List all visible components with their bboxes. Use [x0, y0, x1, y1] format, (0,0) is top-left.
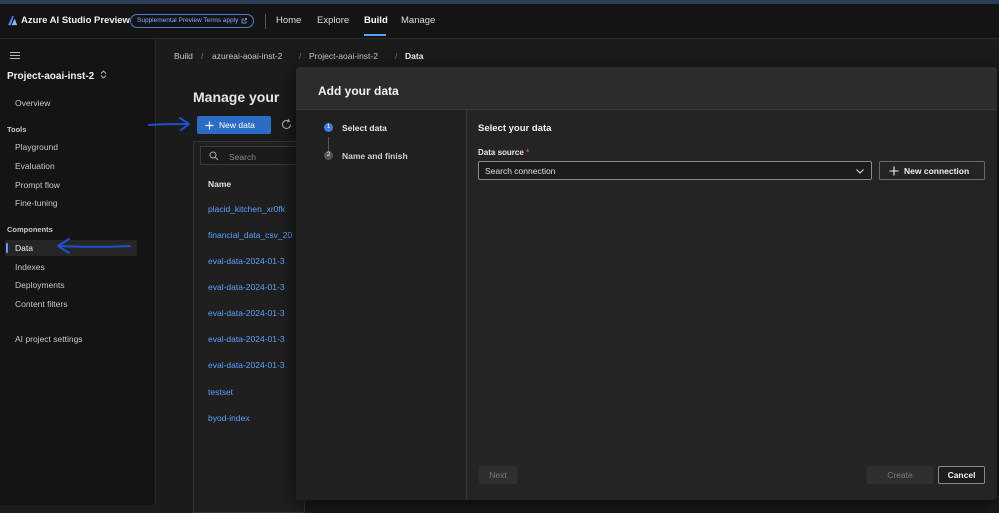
wizard-steps-pane	[296, 110, 467, 500]
breadcrumb-current: Data	[405, 51, 424, 61]
new-data-button[interactable]: New data	[197, 116, 271, 134]
data-row-link[interactable]: testset	[208, 387, 233, 397]
plus-icon	[889, 166, 899, 175]
sidebar-item-evaluation[interactable]: Evaluation	[15, 161, 55, 171]
terms-badge-label: Supplemental Preview Terms apply	[137, 17, 239, 24]
column-header-name[interactable]: Name	[208, 179, 231, 189]
data-source-label-text: Data source	[478, 148, 524, 157]
updown-chevron-icon	[100, 70, 107, 79]
search-placeholder: Search	[229, 152, 256, 162]
sidebar-item-prompt-flow[interactable]: Prompt flow	[15, 180, 60, 190]
sidebar-item-ai-project-settings[interactable]: AI project settings	[15, 334, 83, 344]
sidebar-item-indexes[interactable]: Indexes	[15, 262, 45, 272]
project-name: Project-aoai-inst-2	[7, 71, 95, 82]
nav-home[interactable]: Home	[276, 15, 301, 26]
data-source-value: Search connection	[485, 166, 556, 176]
nav-active-indicator	[364, 34, 386, 36]
create-button[interactable]: Create	[867, 466, 933, 484]
sidebar-active-indicator	[6, 243, 8, 253]
nav-build[interactable]: Build	[364, 15, 388, 26]
breadcrumb-separator: /	[395, 51, 398, 61]
step-select-data[interactable]: Select data	[342, 123, 387, 133]
sidebar-item-data[interactable]: Data	[15, 243, 33, 253]
sidebar-heading-tools: Tools	[7, 125, 27, 134]
required-marker: *	[526, 148, 530, 157]
step-1-indicator: 1	[324, 123, 333, 132]
data-row-link[interactable]: eval-data-2024-01-3	[208, 308, 285, 318]
data-row-link[interactable]: eval-data-2024-01-3	[208, 360, 285, 370]
data-source-label: Data source *	[478, 148, 529, 157]
breadcrumb-hub[interactable]: azureai-aoai-inst-2	[212, 51, 282, 61]
left-sidebar: Project-aoai-inst-2 Overview Tools Playg…	[0, 39, 156, 505]
step-connector	[328, 137, 329, 151]
new-data-label: New data	[219, 120, 255, 130]
cancel-button[interactable]: Cancel	[938, 466, 985, 484]
breadcrumb-separator: /	[299, 51, 302, 61]
search-icon	[209, 151, 219, 161]
select-data-heading: Select your data	[478, 123, 552, 134]
project-selector[interactable]: Project-aoai-inst-2	[7, 70, 107, 82]
sidebar-item-overview[interactable]: Overview	[15, 98, 50, 108]
sidebar-item-deployments[interactable]: Deployments	[15, 280, 65, 290]
annotation-arrow-right-icon	[148, 117, 190, 131]
new-connection-button[interactable]: New connection	[879, 161, 985, 180]
dialog-header	[296, 67, 997, 110]
sidebar-item-content-filters[interactable]: Content filters	[15, 299, 67, 309]
data-row-link[interactable]: eval-data-2024-01-3	[208, 256, 285, 266]
step-name-and-finish[interactable]: Name and finish	[342, 151, 408, 161]
page-title: Manage your	[193, 89, 280, 105]
app-title: Azure AI Studio Preview	[21, 15, 130, 26]
data-row-link[interactable]: eval-data-2024-01-3	[208, 334, 285, 344]
data-row-link[interactable]: byod-index	[208, 413, 250, 423]
data-list-panel	[193, 141, 305, 513]
top-bar: Azure AI Studio Preview Supplemental Pre…	[0, 4, 999, 39]
data-row-link[interactable]: financial_data_csv_20	[208, 230, 292, 240]
data-source-select[interactable]: Search connection	[478, 161, 872, 180]
refresh-icon[interactable]	[280, 118, 293, 131]
sidebar-heading-components: Components	[7, 225, 53, 234]
terms-badge[interactable]: Supplemental Preview Terms apply	[130, 14, 255, 28]
chevron-down-icon	[856, 169, 864, 174]
plus-icon	[205, 121, 214, 129]
breadcrumb-separator: /	[201, 51, 204, 61]
next-button[interactable]: Next	[479, 466, 517, 484]
new-connection-label: New connection	[904, 165, 970, 176]
annotation-arrow-left-icon	[57, 238, 131, 254]
breadcrumb-build[interactable]: Build	[174, 51, 193, 61]
data-row-link[interactable]: eval-data-2024-01-3	[208, 282, 285, 292]
sidebar-item-playground[interactable]: Playground	[15, 142, 58, 152]
external-link-icon	[242, 18, 248, 24]
dialog-title: Add your data	[318, 84, 399, 98]
search-input[interactable]: Search	[200, 146, 300, 165]
azure-ai-logo-icon	[7, 15, 18, 26]
nav-manage[interactable]: Manage	[401, 15, 435, 26]
step-2-indicator: 2	[324, 151, 333, 160]
nav-explore[interactable]: Explore	[317, 15, 349, 26]
breadcrumb-project[interactable]: Project-aoai-inst-2	[309, 51, 378, 61]
topbar-divider	[265, 14, 266, 29]
menu-icon[interactable]	[10, 52, 20, 61]
sidebar-item-fine-tuning[interactable]: Fine-tuning	[15, 198, 58, 208]
data-row-link[interactable]: placid_kitchen_xr0fk	[208, 204, 285, 214]
